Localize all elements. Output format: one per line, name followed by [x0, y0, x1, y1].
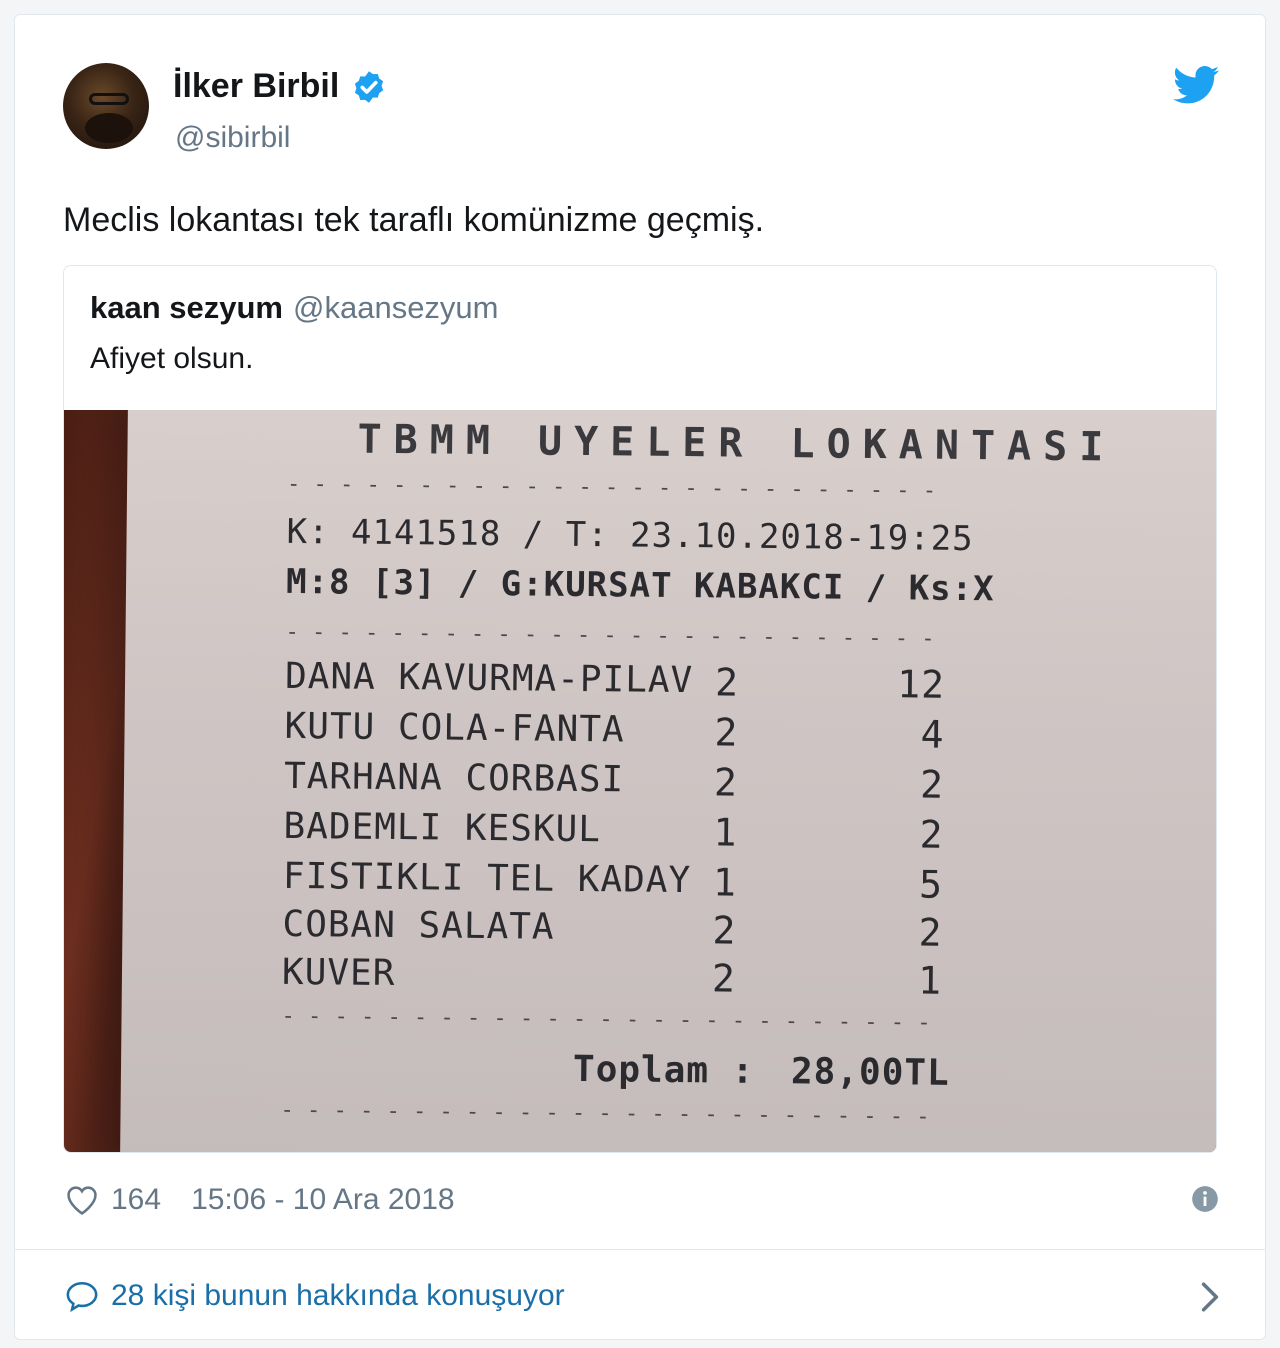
- quoted-header: kaan sezyum @kaansezyum: [90, 290, 499, 326]
- tweet-timestamp[interactable]: 15:06 - 10 Ara 2018: [191, 1183, 455, 1217]
- verified-badge-icon: [355, 70, 384, 103]
- receipt-item-qty: 2: [714, 710, 739, 755]
- receipt-item-price: 2: [919, 762, 945, 807]
- avatar-beard: [85, 113, 133, 143]
- conversation-link[interactable]: 28 kişi bunun hakkında konuşuyor: [65, 1279, 565, 1313]
- receipt-divider: - - - - - - - - - - - - - - - - - - - - …: [286, 471, 947, 504]
- conversation-text[interactable]: 28 kişi bunun hakkında konuşuyor: [111, 1279, 565, 1313]
- chevron-right-icon[interactable]: [1199, 1281, 1221, 1313]
- receipt-item-price: 2: [919, 812, 944, 857]
- receipt-item-price: 4: [920, 712, 945, 757]
- twitter-bird-icon[interactable]: [1173, 65, 1219, 105]
- receipt-divider: - - - - - - - - - - - - - - - - - - - - …: [285, 619, 945, 652]
- receipt-item-price: 5: [918, 862, 944, 907]
- divider: [15, 1249, 1265, 1250]
- avatar[interactable]: [63, 63, 149, 149]
- receipt-item-qty: 1: [713, 810, 738, 855]
- like-count: 164: [111, 1183, 162, 1216]
- author-name-row[interactable]: İlker Birbil: [173, 67, 387, 106]
- receipt-paper: TBMM UYELER LOKANTASI - - - - - - - - - …: [119, 410, 1216, 1152]
- info-icon[interactable]: [1191, 1185, 1219, 1213]
- receipt-item-qty: 2: [714, 660, 740, 705]
- receipt-item-qty: 2: [713, 760, 739, 805]
- quoted-tweet[interactable]: kaan sezyum @kaansezyum Afiyet olsun. TBM…: [63, 265, 1217, 1153]
- receipt-item-name: BADEMLI KESKUL: [283, 805, 602, 851]
- author-handle[interactable]: @sibirbil: [175, 121, 290, 155]
- receipt-photo[interactable]: TBMM UYELER LOKANTASI - - - - - - - - - …: [64, 410, 1216, 1152]
- receipt-item-name: TARHANA CORBASI: [283, 755, 625, 801]
- tweet-text: Meclis lokantası tek taraflı komünizme g…: [63, 201, 765, 239]
- receipt-item-name: DANA KAVURMA-PILAV: [284, 655, 694, 702]
- receipt-item-qty: 2: [712, 908, 737, 953]
- receipt-item-name: KUTU COLA-FANTA: [284, 705, 625, 751]
- tweet-meta: 164 15:06 - 10 Ara 2018: [65, 1183, 455, 1217]
- tweet-card: İlker Birbil @sibirbil Meclis lokantası …: [14, 14, 1266, 1340]
- receipt-order-line: K: 4141518 / T: 23.10.2018-19:25: [286, 511, 974, 560]
- receipt-item-name: KUVER: [281, 951, 396, 995]
- quoted-author-name: kaan sezyum: [90, 290, 283, 325]
- receipt-title: TBMM UYELER LOKANTASI: [357, 416, 1116, 471]
- receipt-divider: - - - - - - - - - - - - - - - - - - - - …: [280, 1097, 940, 1130]
- receipt-item-qty: 1: [712, 860, 738, 905]
- receipt-item-name: FISTIKLI TEL KADAY: [282, 855, 692, 902]
- avatar-glasses: [89, 93, 129, 105]
- author-name[interactable]: İlker Birbil: [173, 67, 339, 106]
- receipt-item-price: 1: [917, 958, 943, 1003]
- receipt-item-name: COBAN SALATA: [282, 903, 555, 948]
- quoted-author-handle: @kaansezyum: [293, 290, 499, 325]
- receipt-item-price: 2: [918, 910, 943, 955]
- receipt-total-label: Toplam :: [572, 1048, 755, 1092]
- receipt-divider: - - - - - - - - - - - - - - - - - - - - …: [281, 1003, 941, 1036]
- receipt-item-price: 12: [897, 662, 946, 707]
- receipt-total-value: 28,00TL: [790, 1051, 950, 1094]
- heart-icon[interactable]: [65, 1184, 99, 1216]
- receipt-table-line: M:8 [3] / G:KURSAT KABAKCI / Ks:X: [285, 561, 995, 610]
- receipt-item-qty: 2: [711, 956, 737, 1001]
- quoted-text: Afiyet olsun.: [90, 342, 254, 375]
- reply-bubble-icon: [66, 1281, 98, 1312]
